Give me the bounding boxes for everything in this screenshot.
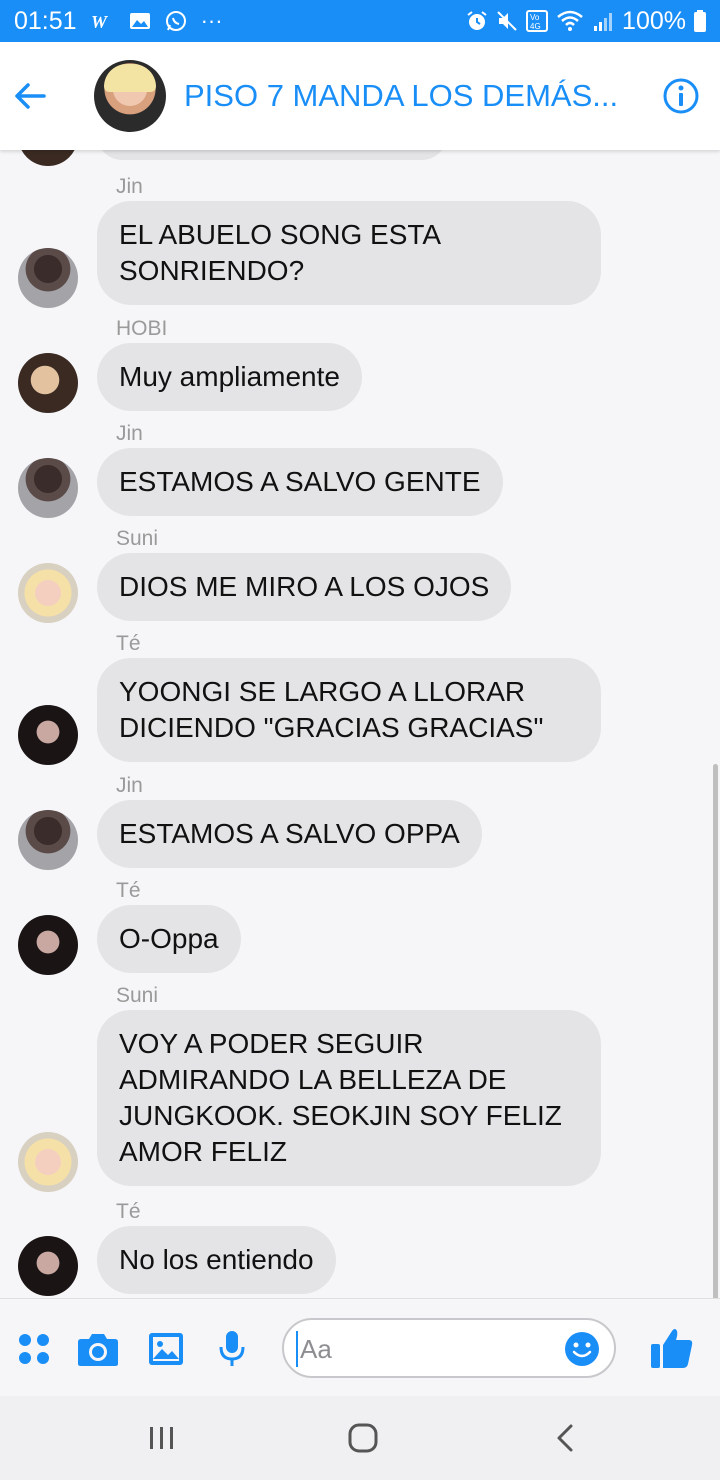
message-bubble[interactable]: VOY A PODER SEGUIR ADMIRANDO LA BELLEZA … bbox=[97, 1010, 601, 1186]
message-sender: HOBI bbox=[116, 317, 168, 340]
message-sender: Té bbox=[116, 1200, 141, 1223]
group-avatar[interactable] bbox=[94, 60, 166, 132]
partial-bubble bbox=[97, 150, 447, 160]
avatar bbox=[18, 810, 78, 870]
message-input-box[interactable] bbox=[282, 1318, 616, 1378]
emoji-button[interactable] bbox=[564, 1331, 600, 1367]
message-input[interactable] bbox=[296, 1331, 556, 1367]
recent-apps-icon bbox=[147, 1425, 177, 1451]
message-sender: Té bbox=[116, 632, 141, 655]
alarm-icon bbox=[466, 10, 488, 32]
message-bubble[interactable]: YOONGI SE LARGO A LLORAR DICIENDO "GRACI… bbox=[97, 658, 601, 762]
gallery-icon bbox=[148, 1332, 184, 1366]
message-sender: Jin bbox=[116, 774, 143, 797]
message-bubble[interactable]: O-Oppa bbox=[97, 905, 241, 973]
avatar bbox=[18, 458, 78, 518]
svg-text:Vo: Vo bbox=[530, 13, 540, 22]
wifi-icon bbox=[556, 10, 584, 32]
message-bubble[interactable]: ESTAMOS A SALVO OPPA bbox=[97, 800, 482, 868]
message-bubble[interactable]: DIOS ME MIRO A LOS OJOS bbox=[97, 553, 512, 621]
message-bubble[interactable]: EL ABUELO SONG ESTA SONRIENDO? bbox=[97, 201, 601, 305]
like-button[interactable] bbox=[650, 1327, 694, 1369]
battery-icon bbox=[694, 10, 706, 32]
volte-icon: Vo 4G bbox=[526, 10, 549, 32]
avatar bbox=[18, 353, 78, 413]
message-sender: Suni bbox=[116, 527, 159, 550]
avatar bbox=[18, 915, 78, 975]
menu-dots-icon bbox=[16, 1331, 52, 1367]
more-actions-button[interactable] bbox=[14, 1329, 54, 1369]
message-bubble[interactable]: ESTAMOS A SALVO GENTE bbox=[97, 448, 503, 516]
composer-bar bbox=[0, 1298, 720, 1396]
recent-apps-button[interactable] bbox=[145, 1421, 179, 1455]
camera-button[interactable] bbox=[78, 1329, 118, 1369]
w-app-icon: W bbox=[91, 12, 115, 30]
message-sender: Suni bbox=[116, 984, 159, 1007]
gallery-notification-icon bbox=[129, 12, 151, 30]
svg-text:4G: 4G bbox=[530, 22, 541, 31]
page-title[interactable]: PISO 7 MANDA LOS DEMÁS... bbox=[184, 78, 624, 114]
message-bubble[interactable]: No los entiendo bbox=[97, 1226, 336, 1294]
camera-icon bbox=[77, 1331, 119, 1367]
nav-back-icon bbox=[555, 1423, 575, 1453]
avatar bbox=[18, 1236, 78, 1296]
status-bar: 01:51 W ··· Vo 4G 100% bbox=[0, 0, 720, 42]
info-icon bbox=[662, 77, 700, 120]
home-button[interactable] bbox=[346, 1421, 380, 1455]
more-notifications-icon: ··· bbox=[200, 8, 223, 33]
home-icon bbox=[348, 1423, 378, 1453]
avatar bbox=[18, 248, 78, 308]
message-list[interactable]: Jin EL ABUELO SONG ESTA SONRIENDO? HOBI … bbox=[0, 150, 720, 1298]
microphone-button[interactable] bbox=[212, 1329, 252, 1369]
back-arrow-icon bbox=[14, 82, 46, 110]
message-sender: Té bbox=[116, 879, 141, 902]
thumbs-up-icon bbox=[650, 1327, 694, 1374]
scrollbar[interactable] bbox=[713, 764, 718, 1298]
system-nav-bar bbox=[0, 1396, 720, 1480]
emoji-icon bbox=[564, 1331, 600, 1372]
back-button[interactable] bbox=[0, 66, 60, 126]
info-button[interactable] bbox=[662, 77, 700, 115]
battery-percent: 100% bbox=[622, 6, 686, 35]
gallery-button[interactable] bbox=[146, 1329, 186, 1369]
avatar bbox=[18, 563, 78, 623]
microphone-icon bbox=[218, 1330, 246, 1368]
avatar bbox=[18, 1132, 78, 1192]
message-bubble[interactable]: Muy ampliamente bbox=[97, 343, 362, 411]
nav-back-button[interactable] bbox=[548, 1421, 582, 1455]
chat-header: PISO 7 MANDA LOS DEMÁS... bbox=[0, 42, 720, 150]
message-sender: Jin bbox=[116, 422, 143, 445]
avatar bbox=[18, 150, 78, 166]
whatsapp-icon bbox=[165, 10, 187, 32]
svg-text:W: W bbox=[91, 12, 109, 30]
mute-icon bbox=[496, 10, 518, 32]
avatar bbox=[18, 705, 78, 765]
status-time: 01:51 bbox=[14, 6, 77, 35]
signal-icon bbox=[592, 10, 614, 32]
message-sender: Jin bbox=[116, 175, 143, 198]
